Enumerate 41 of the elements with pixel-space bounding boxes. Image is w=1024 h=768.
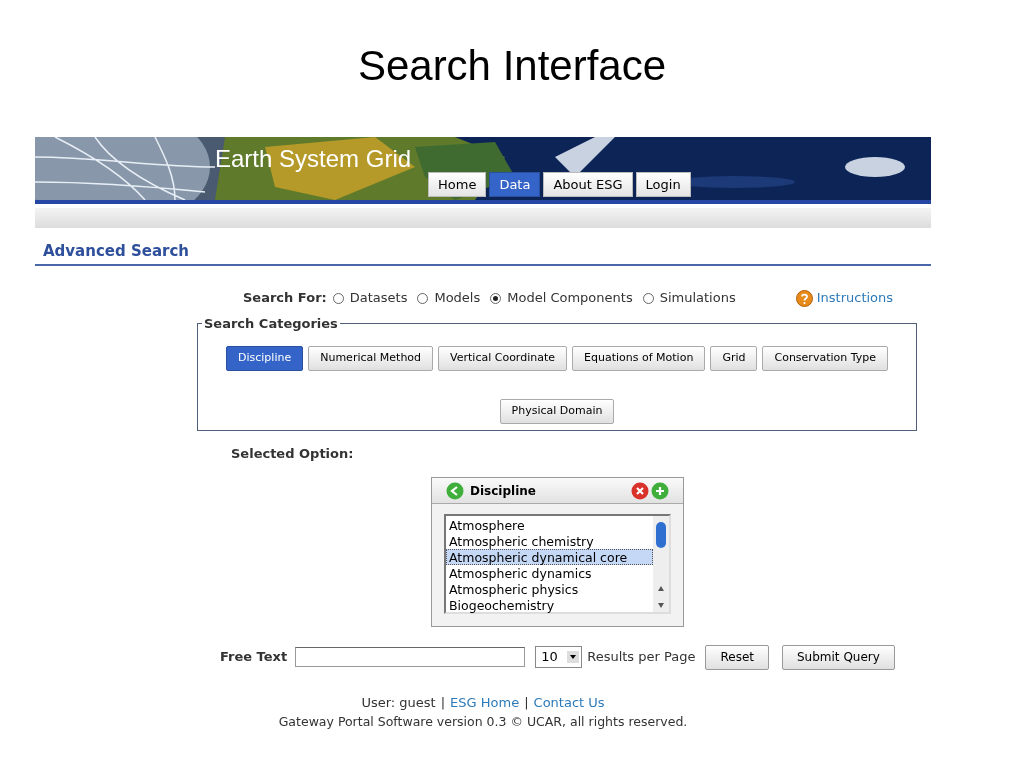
footer-link[interactable]: ESG Home bbox=[450, 693, 520, 713]
separator: | bbox=[524, 694, 529, 712]
submit-button[interactable]: Submit Query bbox=[782, 644, 895, 670]
nav-tab[interactable]: Data bbox=[489, 172, 541, 197]
radio-label[interactable]: Datasets bbox=[349, 288, 408, 308]
list-option[interactable]: Biogeochemistry bbox=[446, 597, 653, 613]
category-button[interactable]: Discipline bbox=[226, 345, 304, 371]
radio-label[interactable]: Simulations bbox=[659, 288, 736, 308]
search-categories-legend: Search Categories bbox=[202, 314, 340, 334]
user-text: User: guest bbox=[361, 694, 436, 712]
option-listbox[interactable]: Atmosphere Atmospheric chemistry Atmospheric dynamical core Atmospheric dynamics Atmospheric physics Biogeochemistry bbox=[444, 514, 671, 614]
category-button[interactable]: Conservation Type bbox=[762, 345, 888, 371]
separator: | bbox=[440, 694, 446, 712]
list-option[interactable]: Atmosphere bbox=[446, 517, 653, 533]
list-option[interactable]: Atmospheric dynamics bbox=[446, 565, 653, 581]
nav-tab[interactable]: Login bbox=[635, 172, 691, 197]
selected-option-label: Selected Option: bbox=[231, 444, 355, 463]
section-heading: Advanced Search bbox=[43, 242, 190, 260]
site-title: Earth System Grid bbox=[215, 144, 412, 174]
category-button[interactable]: Vertical Coordinate bbox=[438, 345, 568, 371]
list-option[interactable]: Atmospheric dynamical core bbox=[446, 549, 653, 565]
category-button[interactable]: Numerical Method bbox=[308, 345, 434, 371]
results-per-page-label: Results per Page bbox=[587, 648, 696, 667]
reset-button[interactable]: Reset bbox=[705, 644, 769, 670]
free-text-label: Free Text bbox=[220, 648, 288, 667]
copyright-text: Gateway Portal Software version 0.3 © UCAR, all rights reserved. bbox=[277, 712, 689, 731]
footer-link[interactable]: Contact Us bbox=[533, 693, 605, 713]
slide-title: Search Interface bbox=[357, 41, 667, 91]
radio-label[interactable]: Models bbox=[434, 288, 481, 308]
nav-tab[interactable]: Home bbox=[428, 172, 487, 197]
panel-title: Discipline bbox=[470, 482, 536, 500]
list-option[interactable]: Atmospheric chemistry bbox=[446, 533, 653, 549]
category-button[interactable]: Equations of Motion bbox=[572, 345, 706, 371]
radio-label[interactable]: Model Components bbox=[507, 288, 633, 308]
results-per-page-select[interactable]: 10 bbox=[535, 646, 583, 668]
instructions-link[interactable]: Instructions bbox=[816, 288, 894, 308]
search-for-label: Search For: bbox=[243, 289, 327, 308]
nav-tab[interactable]: About ESG bbox=[543, 172, 633, 197]
category-button[interactable]: Physical Domain bbox=[499, 398, 615, 424]
list-option[interactable]: Atmospheric physics bbox=[446, 581, 653, 597]
category-button[interactable]: Grid bbox=[710, 345, 758, 371]
